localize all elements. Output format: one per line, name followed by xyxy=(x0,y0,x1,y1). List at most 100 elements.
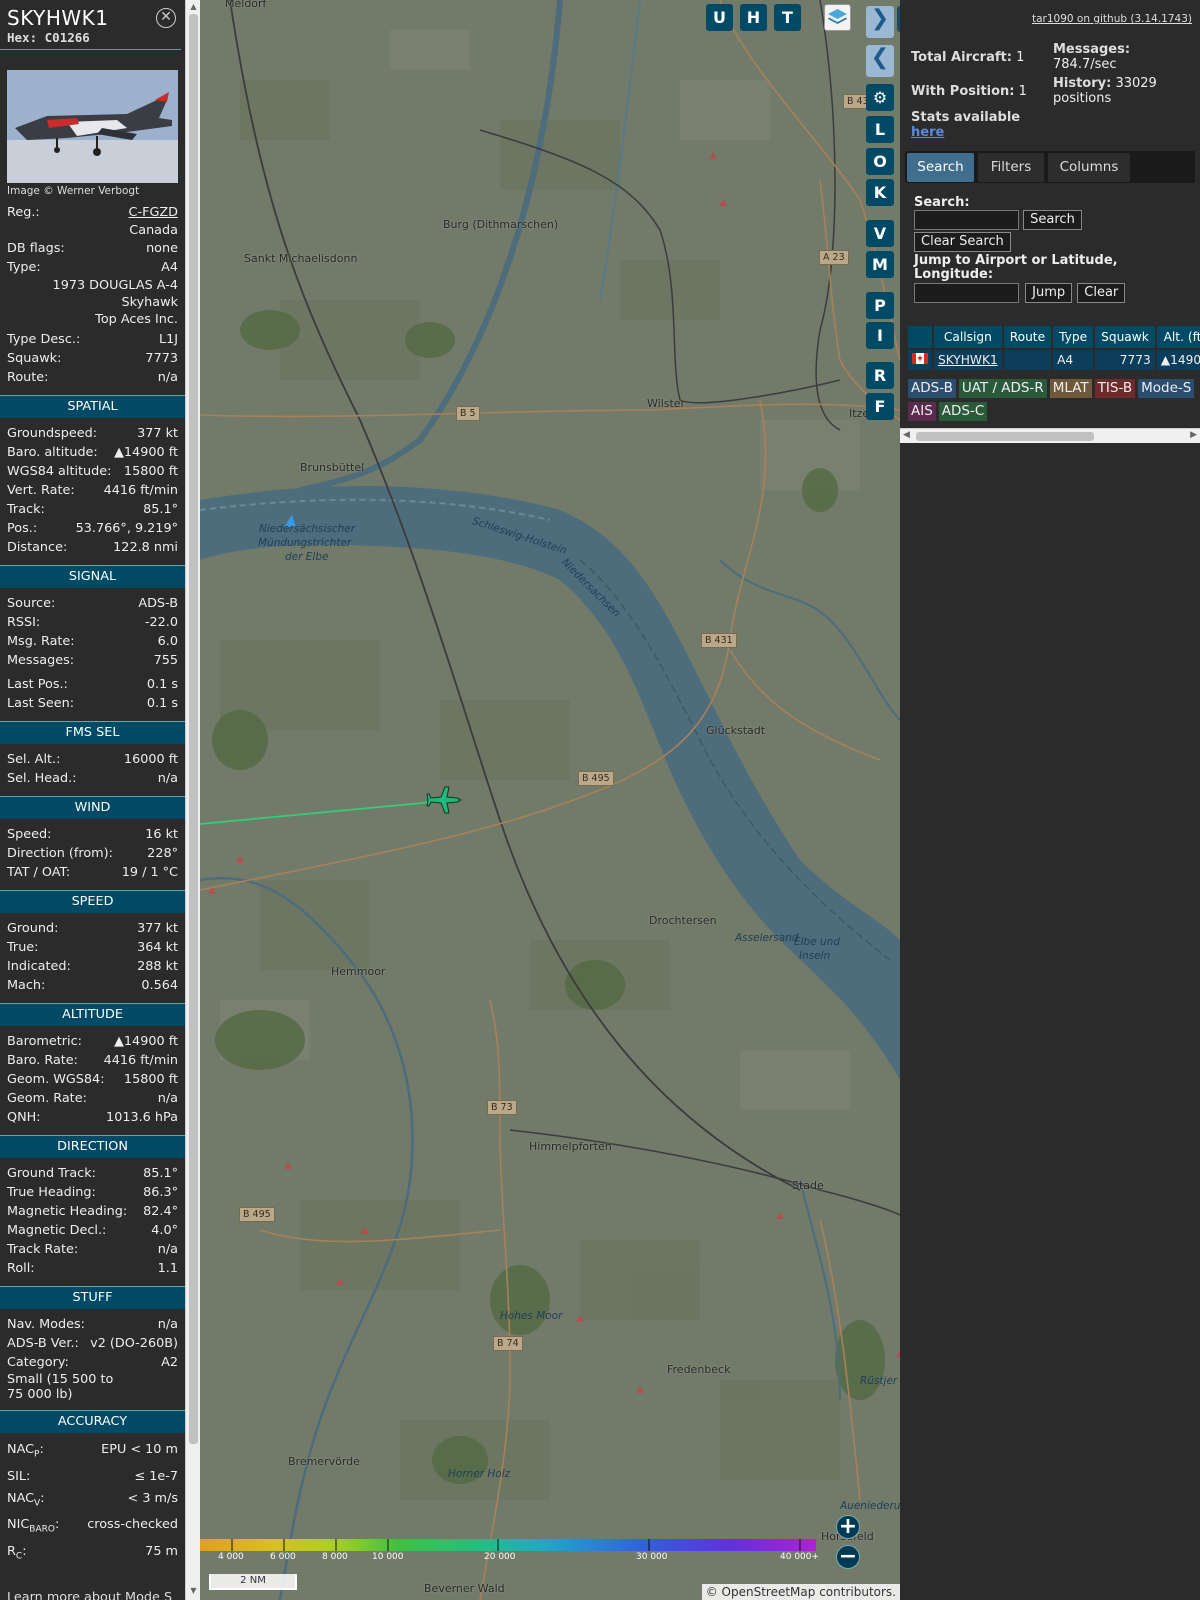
toggle-m-button[interactable]: M xyxy=(866,251,894,278)
tab-search[interactable]: Search xyxy=(907,153,974,182)
clear-jump-button[interactable]: Clear xyxy=(1077,283,1126,303)
accuracy-value: EPU < 10 m xyxy=(101,1442,178,1457)
table-horizontal-scrollbar[interactable]: ◀ ▶ xyxy=(900,428,1200,443)
aircraft-photo[interactable] xyxy=(7,70,178,183)
scrollbar-thumb[interactable] xyxy=(189,14,198,1444)
stats-here-link[interactable]: here xyxy=(911,125,944,140)
layers-icon[interactable] xyxy=(824,4,851,31)
history-value: 33029 xyxy=(1115,76,1157,91)
clear-search-button[interactable]: Clear Search xyxy=(914,232,1011,252)
chevron-left-icon[interactable]: ❮ xyxy=(866,45,894,77)
table-row[interactable]: SKYHWK1 A47773▲14900 xyxy=(908,350,1200,370)
map-place-label: Glückstadt xyxy=(706,724,766,737)
toggle-u-button[interactable]: U xyxy=(706,4,733,31)
stuff-row-value: n/a xyxy=(157,1317,178,1332)
openstreetmap-link[interactable]: OpenStreetMap xyxy=(722,1585,816,1599)
direction-row: Roll: 1.1 xyxy=(0,1259,185,1278)
accuracy-value: cross-checked xyxy=(87,1517,178,1533)
stuff-row: Category: A2 xyxy=(0,1353,185,1372)
hex-label: Hex: xyxy=(7,30,38,45)
typedesc-row: Type Desc.: L1J xyxy=(0,330,185,349)
scroll-up-icon[interactable]: ▲ xyxy=(188,2,199,12)
map-view[interactable]: Burg (Dithmarschen) Sankt Michaelisdonn Wi… xyxy=(200,0,900,1600)
tab-filters[interactable]: Filters xyxy=(978,153,1044,182)
accuracy-label-sub: BARO xyxy=(29,1524,55,1535)
route-label: Route: xyxy=(7,370,49,385)
toggle-f-button[interactable]: F xyxy=(866,393,894,420)
signal-row-label: Last Seen: xyxy=(7,696,75,711)
column-header[interactable]: Callsign xyxy=(934,326,1002,348)
section-header-signal: SIGNAL xyxy=(0,565,185,588)
github-link[interactable]: tar1090 on github (3.14.1743) xyxy=(1032,13,1192,25)
toggle-l-button[interactable]: L xyxy=(866,116,894,143)
map-place-label: Beverner Wald xyxy=(424,1582,505,1595)
fms-row: Sel. Alt.: 16000 ft xyxy=(0,750,185,769)
colon: : xyxy=(22,1543,27,1559)
scroll-right-icon[interactable]: ▶ xyxy=(1190,430,1197,440)
altitude-row-label: QNH: xyxy=(7,1110,41,1125)
direction-row: True Heading: 86.3° xyxy=(0,1183,185,1202)
direction-row: Magnetic Heading: 82.4° xyxy=(0,1202,185,1221)
source-badge: ADS-C xyxy=(938,402,988,421)
info-panel-scrollbar[interactable]: ▲ ▼ xyxy=(185,0,200,1600)
hscroll-thumb[interactable] xyxy=(916,432,1094,441)
altitude-row-label: Baro. Rate: xyxy=(7,1053,78,1068)
map-place-label: Bremervörde xyxy=(288,1455,360,1468)
accuracy-label-text: SIL: xyxy=(7,1468,31,1484)
altitude-legend-label: 4 000 xyxy=(218,1552,244,1562)
signal-row: RSSI: -22.0 xyxy=(0,613,185,632)
toggle-k-button[interactable]: K xyxy=(866,179,894,206)
accuracy-row: RC: 75 m xyxy=(0,1541,185,1568)
aircraft-photo-image xyxy=(7,70,178,183)
toggle-t-button[interactable]: T xyxy=(774,4,801,31)
map-water-label: der Elbe xyxy=(285,551,329,563)
cell-callsign[interactable]: SKYHWK1 xyxy=(934,350,1002,370)
toggle-p-button[interactable]: P xyxy=(866,292,894,319)
column-header[interactable]: Type xyxy=(1053,326,1094,348)
stuff-row-label: ADS-B Ver.: xyxy=(7,1336,79,1351)
direction-row-label: Roll: xyxy=(7,1261,35,1276)
altitude-legend-label: 8 000 xyxy=(322,1552,348,1562)
scroll-down-icon[interactable]: ▼ xyxy=(188,1586,199,1596)
scale-bar: 2 NM xyxy=(209,1574,297,1590)
toggle-h-button[interactable]: H xyxy=(740,4,767,31)
column-header[interactable]: Route xyxy=(1003,326,1052,348)
speed-row: Indicated: 288 kt xyxy=(0,957,185,976)
scroll-left-icon[interactable]: ◀ xyxy=(903,430,910,440)
altitude-legend-label: 40 000+ xyxy=(780,1552,820,1562)
toggle-i-button[interactable]: I xyxy=(866,322,894,349)
jump-button[interactable]: Jump xyxy=(1025,283,1073,303)
selected-callsign: SKYHWK1 xyxy=(7,6,109,30)
tab-columns[interactable]: Columns xyxy=(1048,153,1130,182)
source-badge: TIS-B xyxy=(1094,379,1136,398)
altitude-row-label: Geom. Rate: xyxy=(7,1091,87,1106)
toggle-r-button[interactable]: R xyxy=(866,362,894,389)
section-header-direction: DIRECTION xyxy=(0,1135,185,1158)
column-header[interactable]: Alt. (ft) xyxy=(1156,326,1200,348)
search-button[interactable]: Search xyxy=(1023,210,1082,230)
reg-row: Reg.: C-FGZD xyxy=(0,203,185,222)
close-icon[interactable]: ✕ xyxy=(156,8,176,28)
signal-row: Last Pos.: 0.1 s xyxy=(0,675,185,694)
fms-row-value: 16000 ft xyxy=(123,752,178,767)
signal-row-value: 755 xyxy=(153,653,178,668)
registration-link[interactable]: C-FGZD xyxy=(129,203,178,222)
zoom-in-button[interactable]: + xyxy=(836,1515,860,1539)
column-header[interactable] xyxy=(908,326,932,348)
chevron-right-icon[interactable]: ❯ xyxy=(866,6,894,38)
accuracy-value: < 3 m/s xyxy=(127,1490,178,1506)
search-input[interactable] xyxy=(914,210,1019,230)
signal-row: Last Seen: 0.1 s xyxy=(0,694,185,713)
toggle-o-button[interactable]: O xyxy=(866,148,894,175)
wind-row: Speed: 16 kt xyxy=(0,825,185,844)
sidebar-tabs: Search Filters Columns xyxy=(905,151,1195,183)
jump-input[interactable] xyxy=(914,283,1019,303)
settings-gear-icon[interactable]: ⚙ xyxy=(866,84,894,111)
zoom-out-button[interactable]: − xyxy=(836,1545,860,1569)
direction-row-value: 86.3° xyxy=(143,1185,178,1200)
map-place-label: Drochtersen xyxy=(649,914,717,927)
column-header[interactable]: Squawk xyxy=(1095,326,1155,348)
toggle-v-button[interactable]: V xyxy=(866,220,894,247)
squawk-value: 7773 xyxy=(145,351,178,366)
typedesc-value: L1J xyxy=(158,332,178,347)
